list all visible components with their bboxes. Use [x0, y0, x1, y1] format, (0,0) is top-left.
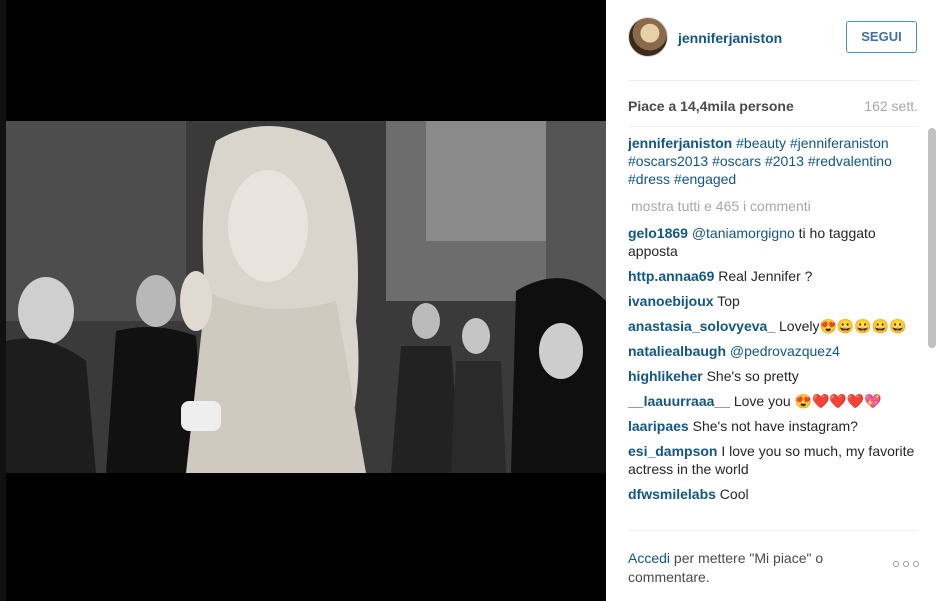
comment-items: gelo1869 @taniamorgigno ti ho taggato ap… — [628, 224, 918, 503]
comment-username[interactable]: ivanoebijoux — [628, 293, 714, 309]
caption-hashtag[interactable]: #redvalentino — [808, 153, 892, 169]
comment-text: Love you 😍❤️❤️❤️💖 — [729, 393, 882, 409]
post-sidebar: jenniferjaniston SEGUI Piace a 14,4mila … — [606, 0, 941, 601]
dot-icon — [913, 561, 919, 567]
comments-scrollbar[interactable] — [928, 128, 936, 348]
post-footer: Accedi per mettere "Mi piace" o commenta… — [606, 531, 941, 601]
comment-item: __laauurraaa__ Love you 😍❤️❤️❤️💖 — [628, 392, 918, 410]
comment-username[interactable]: gelo1869 — [628, 225, 688, 241]
comment-username[interactable]: laaripaes — [628, 418, 689, 434]
likes-row: Piace a 14,4mila persone 162 sett. — [628, 96, 918, 116]
comment-item: esi_dampson I love you so much, my favor… — [628, 442, 918, 478]
comment-text: Cool — [715, 486, 749, 502]
show-all-comments-link[interactable]: mostra tutti e 465 i commenti — [628, 197, 918, 215]
caption-hashtag[interactable]: #oscars2013 — [628, 153, 708, 169]
comment-username[interactable]: esi_dampson — [628, 443, 717, 459]
comment-text: Lovely😍😀😀😀😀 — [775, 318, 907, 334]
caption-hashtag[interactable]: #beauty — [736, 135, 786, 151]
caption-hashtag[interactable]: #dress — [628, 171, 670, 187]
caption-hashtag[interactable]: #jenniferaniston — [790, 135, 889, 151]
comment-text: Top — [713, 293, 740, 309]
likes-divider — [628, 126, 918, 127]
caption-hashtag[interactable]: #2013 — [765, 153, 804, 169]
dot-icon — [893, 561, 899, 567]
caption-hashtag[interactable]: #oscars — [712, 153, 761, 169]
comment-username[interactable]: __laauurraaa__ — [628, 393, 730, 409]
login-prompt: Accedi per mettere "Mi piace" o commenta… — [628, 549, 848, 587]
post-time[interactable]: 162 sett. — [864, 98, 918, 114]
comment-text: She's so pretty — [702, 368, 799, 384]
header-username[interactable]: jenniferjaniston — [678, 30, 782, 46]
header-divider — [628, 80, 918, 81]
comment-item: anastasia_solovyeva_ Lovely😍😀😀😀😀 — [628, 317, 918, 335]
comment-mention[interactable]: @taniamorgigno — [692, 225, 795, 241]
comment-username[interactable]: http.annaa69 — [628, 268, 714, 284]
caption-hashtag[interactable]: #engaged — [674, 171, 736, 187]
caption-username[interactable]: jenniferjaniston — [628, 135, 732, 151]
comment-item: gelo1869 @taniamorgigno ti ho taggato ap… — [628, 224, 918, 260]
comment-username[interactable]: nataliealbaugh — [628, 343, 726, 359]
comment-mention[interactable]: @pedrovazquez4 — [730, 343, 840, 359]
comments-list: jenniferjaniston #beauty #jenniferanisto… — [628, 134, 918, 530]
comment-item: highlikeher She's so pretty — [628, 367, 918, 385]
comment-username[interactable]: dfwsmilelabs — [628, 486, 716, 502]
comment-item: laaripaes She's not have instagram? — [628, 417, 918, 435]
comment-item: ivanoebijoux Top — [628, 292, 918, 310]
avatar[interactable] — [628, 17, 668, 57]
comment-username[interactable]: highlikeher — [628, 368, 703, 384]
media-area — [0, 0, 606, 601]
comment-text: She's not have instagram? — [688, 418, 858, 434]
login-link[interactable]: Accedi — [628, 550, 670, 566]
comment-username[interactable]: anastasia_solovyeva_ — [628, 318, 775, 334]
comment-item: nataliealbaugh @pedrovazquez4 — [628, 342, 918, 360]
post-photo[interactable] — [6, 121, 606, 473]
more-dots-icon[interactable] — [893, 559, 919, 569]
comment-item: dfwsmilelabs Cool — [628, 485, 918, 503]
comment-text: Real Jennifer ? — [714, 268, 813, 284]
post-caption: jenniferjaniston #beauty #jenniferanisto… — [628, 134, 918, 188]
follow-button[interactable]: SEGUI — [846, 21, 917, 53]
likes-count[interactable]: Piace a 14,4mila persone — [628, 98, 794, 114]
post-header: jenniferjaniston SEGUI — [606, 0, 941, 80]
dot-icon — [903, 561, 909, 567]
comment-item: http.annaa69 Real Jennifer ? — [628, 267, 918, 285]
